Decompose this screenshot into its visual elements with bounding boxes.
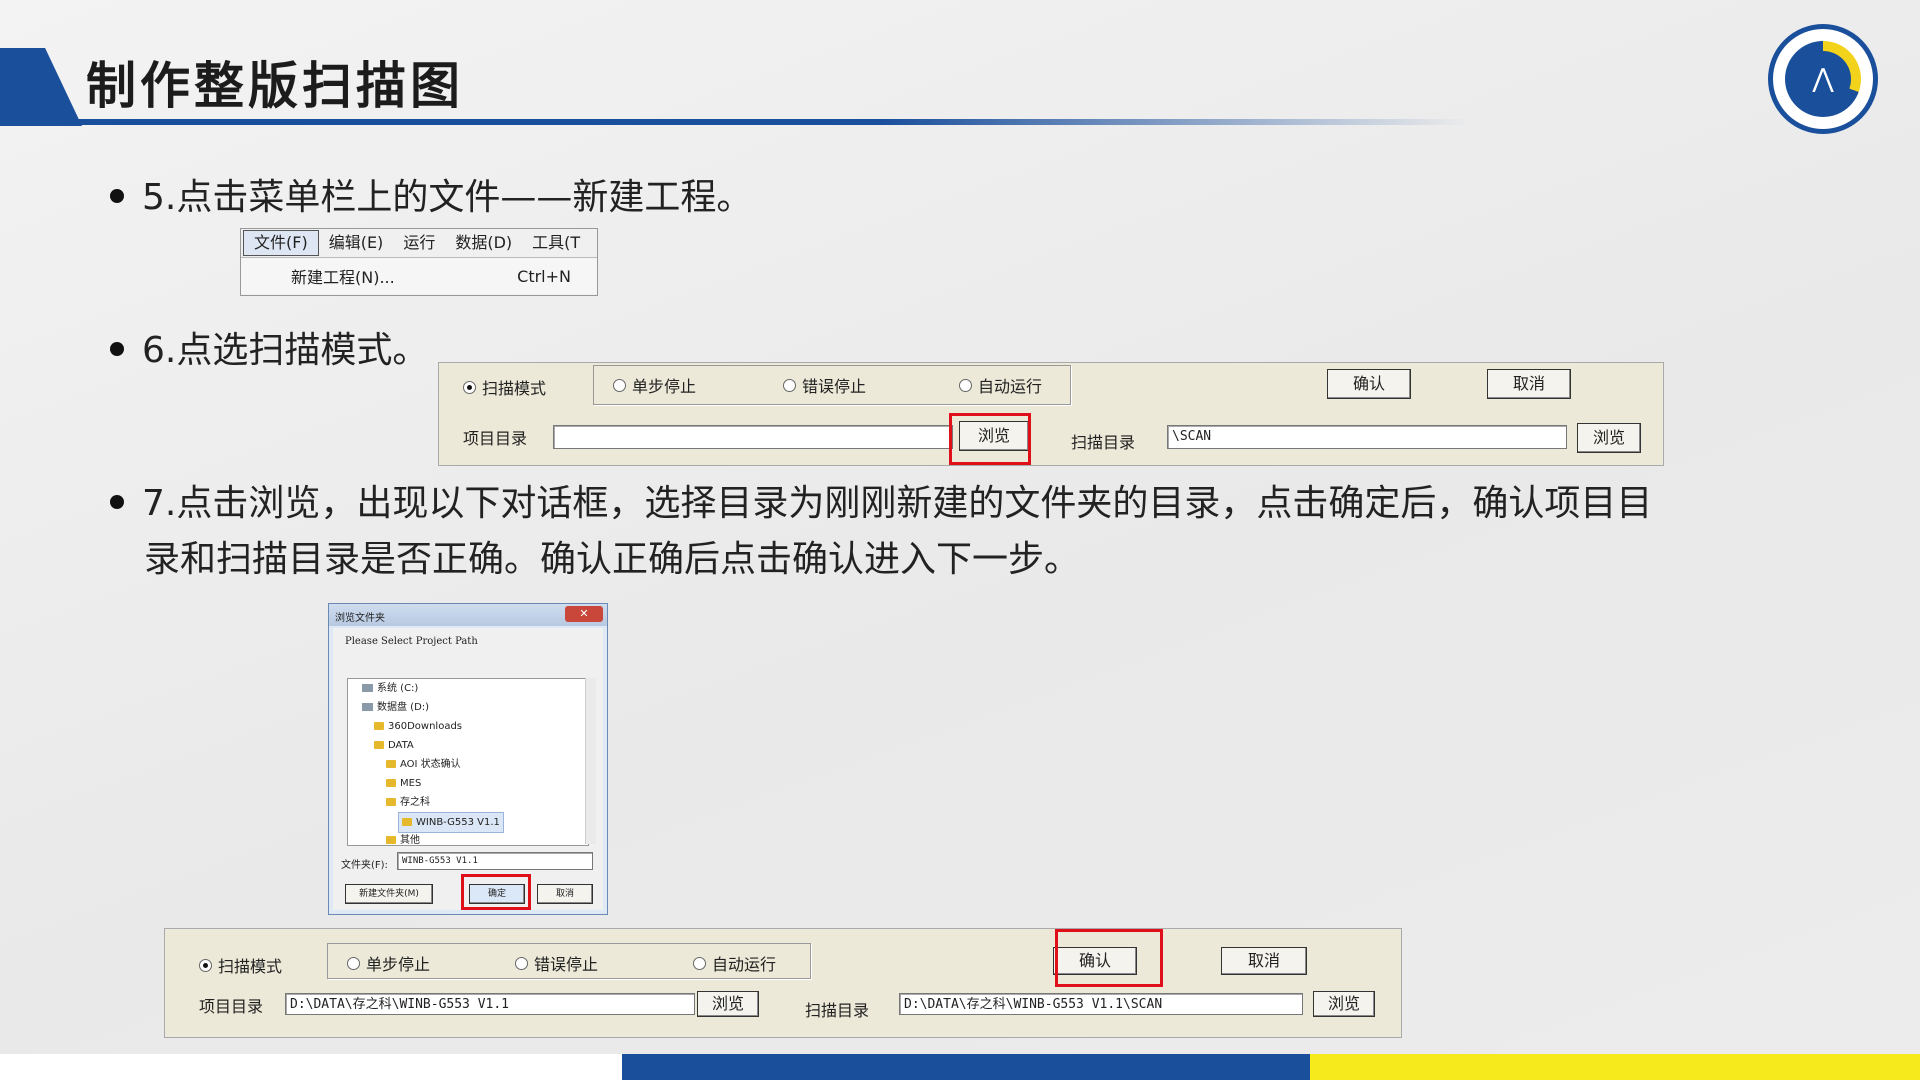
browse-project-button[interactable]: 浏览	[697, 991, 759, 1017]
bullet-step-6: 6.点选扫描模式。	[110, 323, 428, 379]
radio-step-stop[interactable]: 单步停止	[613, 373, 696, 397]
footer-bar-blue	[622, 1054, 1310, 1080]
confirm-button[interactable]: 确认	[1327, 369, 1411, 399]
project-dir-label: 项目目录	[199, 997, 264, 1016]
radio-scan-mode[interactable]: 扫描模式	[199, 953, 282, 977]
tree-item[interactable]: 系统 (C:)	[348, 679, 588, 698]
tree-item[interactable]: 存之科	[348, 793, 588, 812]
cancel-button[interactable]: 取消	[1487, 369, 1571, 399]
scan-dir-field[interactable]: D:\DATA\存之科\WINB-G553 V1.1\SCAN	[899, 993, 1303, 1015]
tree-item[interactable]: MES	[348, 774, 588, 793]
tree-scrollbar[interactable]	[585, 678, 596, 844]
project-dir-field[interactable]	[553, 425, 953, 449]
tree-item[interactable]: 数据盘 (D:)	[348, 698, 588, 717]
menu-run[interactable]: 运行	[393, 231, 445, 255]
folder-tree[interactable]: 系统 (C:) 数据盘 (D:) 360Downloads DATA AOI 状…	[347, 678, 589, 846]
cancel-button[interactable]: 取消	[1221, 947, 1307, 975]
menu-item-shortcut: Ctrl+N	[517, 266, 571, 286]
scan-dir-label: 扫描目录	[805, 1001, 870, 1020]
browse-scan-button[interactable]: 浏览	[1577, 423, 1641, 453]
menu-tools[interactable]: 工具(T	[522, 231, 590, 255]
scan-dir-label: 扫描目录	[1071, 433, 1136, 452]
menu-item-new-project[interactable]: 新建工程(N)... Ctrl+N	[241, 258, 597, 294]
browse-scan-button[interactable]: 浏览	[1313, 991, 1375, 1017]
highlight-confirm	[1055, 929, 1163, 987]
scan-settings-form-2: 扫描模式 单步停止 错误停止 自动运行 确认 取消 项目目录 D:\DATA\存…	[164, 928, 1402, 1038]
tree-item[interactable]: 360Downloads	[348, 717, 588, 736]
bullet-text: 6.点选扫描模式。	[142, 330, 429, 371]
project-dir-field[interactable]: D:\DATA\存之科\WINB-G553 V1.1	[285, 993, 695, 1015]
footer-bar-yellow	[1310, 1054, 1920, 1080]
menu-item-label: 新建工程(N)...	[291, 268, 395, 287]
scan-dir-field[interactable]: \SCAN	[1167, 425, 1567, 449]
scan-settings-form-1: 扫描模式 单步停止 错误停止 自动运行 确认 取消 项目目录 浏览 扫描目录 \…	[438, 362, 1664, 466]
dialog-titlebar: 浏览文件夹 ✕	[329, 604, 607, 626]
radio-step-stop[interactable]: 单步停止	[347, 951, 430, 975]
browse-folder-dialog: 浏览文件夹 ✕ Please Select Project Path 系统 (C…	[328, 603, 608, 915]
radio-scan-mode[interactable]: 扫描模式	[463, 375, 546, 399]
cancel-button[interactable]: 取消	[537, 884, 593, 904]
company-logo: ⋀	[1768, 24, 1878, 134]
page-title: 制作整版扫描图	[86, 57, 464, 115]
tree-item[interactable]: 其他	[348, 831, 588, 845]
folder-label: 文件夹(F):	[341, 860, 388, 871]
header-underline	[0, 119, 1470, 125]
radio-auto-run[interactable]: 自动运行	[693, 951, 776, 975]
menu-file[interactable]: 文件(F)	[243, 230, 319, 256]
menu-bar: 文件(F) 编辑(E) 运行 数据(D) 工具(T	[241, 229, 597, 258]
new-folder-button[interactable]: 新建文件夹(M)	[345, 884, 433, 904]
highlight-browse	[949, 413, 1031, 465]
header-accent	[0, 48, 82, 126]
menu-data[interactable]: 数据(D)	[445, 231, 522, 255]
radio-auto-run[interactable]: 自动运行	[959, 373, 1042, 397]
bullet-step-5: 5.点击菜单栏上的文件——新建工程。	[110, 170, 752, 226]
close-icon[interactable]: ✕	[565, 606, 603, 622]
footer-bar-white	[0, 1054, 622, 1080]
bullet-step-7: 7.点击浏览，出现以下对话框，选择目录为刚刚新建的文件夹的目录，点击确定后，确认…	[110, 476, 1900, 588]
folder-field[interactable]: WINB-G553 V1.1	[397, 852, 593, 870]
project-dir-label: 项目目录	[463, 429, 528, 448]
file-menu-screenshot: 文件(F) 编辑(E) 运行 数据(D) 工具(T 新建工程(N)... Ctr…	[240, 228, 598, 296]
bullet-text: 7.点击浏览，出现以下对话框，选择目录为刚刚新建的文件夹的目录，点击确定后，确认…	[142, 483, 1653, 524]
radio-error-stop[interactable]: 错误停止	[515, 951, 598, 975]
tree-item-selected[interactable]: WINB-G553 V1.1	[348, 812, 588, 833]
highlight-ok	[461, 874, 531, 910]
tree-item[interactable]: DATA	[348, 736, 588, 755]
radio-error-stop[interactable]: 错误停止	[783, 373, 866, 397]
tree-item[interactable]: AOI 状态确认	[348, 755, 588, 774]
bullet-text: 5.点击菜单栏上的文件——新建工程。	[142, 177, 753, 218]
dialog-prompt: Please Select Project Path	[345, 636, 478, 647]
bullet-text-cont: 录和扫描目录是否正确。确认正确后点击确认进入下一步。	[144, 539, 1081, 580]
menu-edit[interactable]: 编辑(E)	[319, 231, 394, 255]
